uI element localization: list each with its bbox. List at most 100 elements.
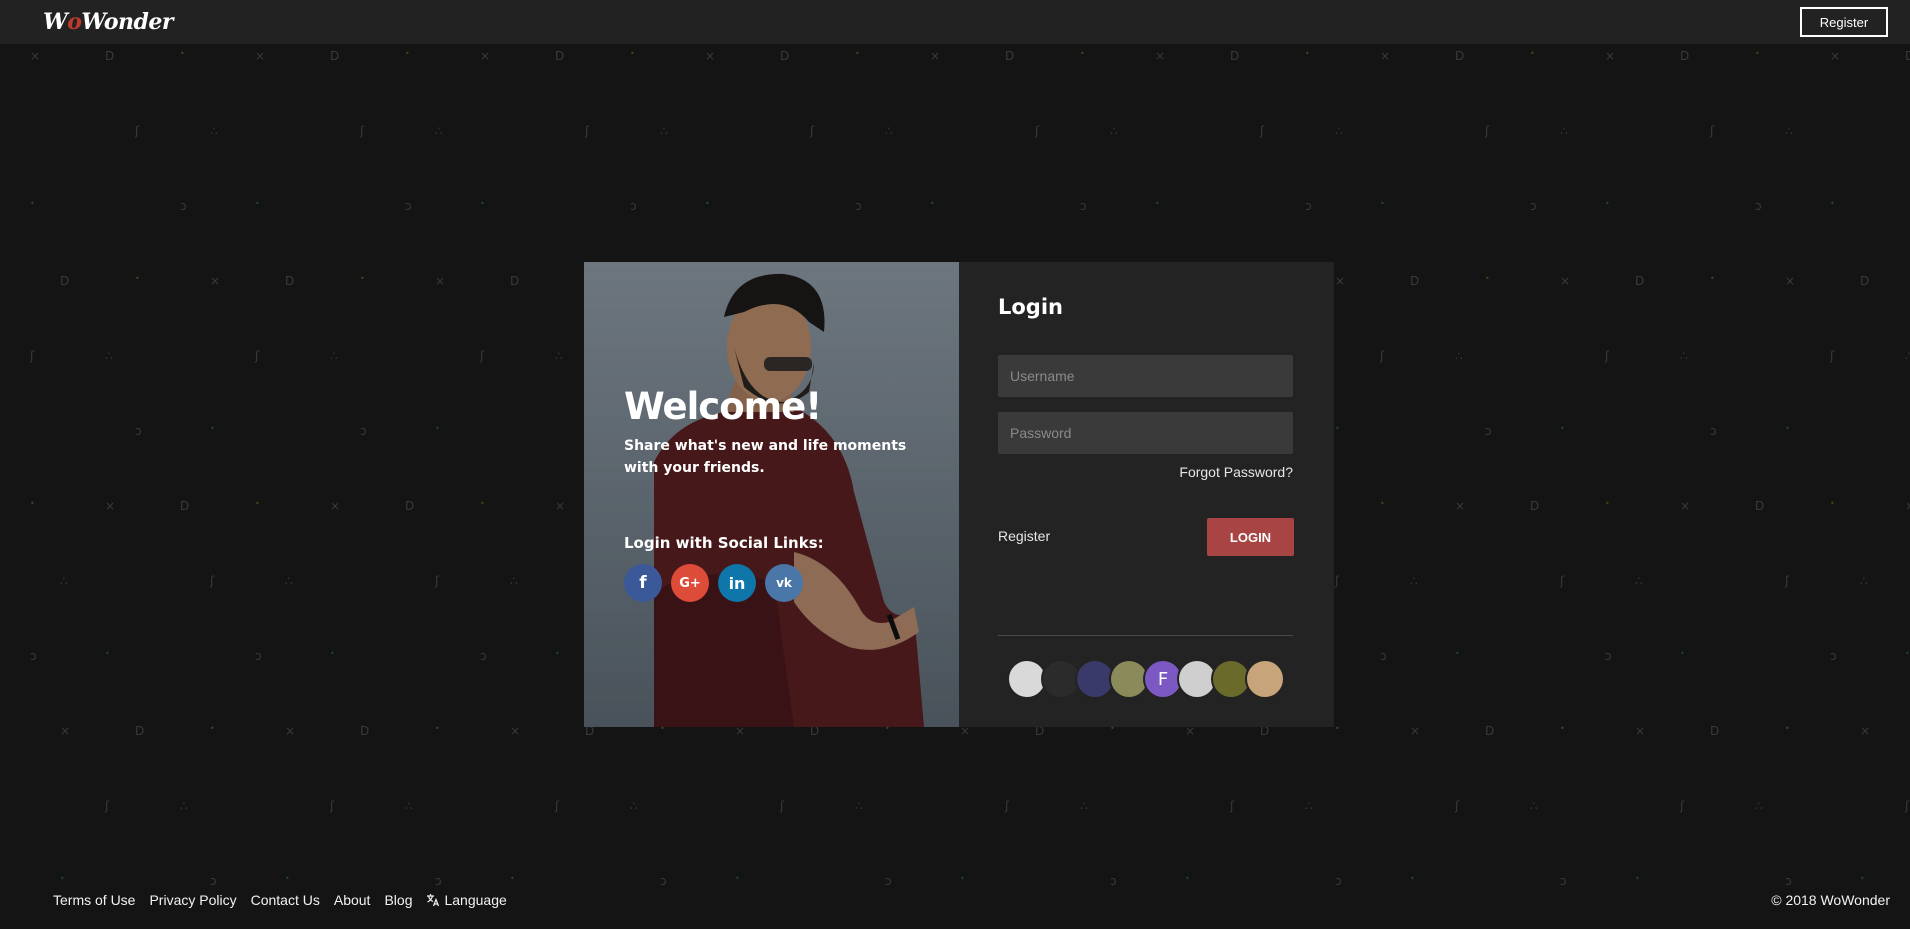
pattern-glyph: ∴ [180,799,188,813]
pattern-glyph: • [630,49,635,58]
pattern-glyph: ɔ [480,649,487,663]
pattern-glyph: ɔ [855,199,862,213]
pattern-glyph: ʃ [1785,574,1790,588]
pattern-glyph: ∴ [660,124,668,138]
top-register-button[interactable]: Register [1800,7,1888,37]
footer-link-about[interactable]: About [334,892,371,908]
pattern-glyph: ∴ [1410,574,1418,588]
pattern-glyph: • [30,199,35,208]
pattern-glyph: • [105,649,110,658]
pattern-glyph: D [780,49,790,63]
linkedin-login-button[interactable]: in [718,564,756,602]
vk-icon: vk [776,576,792,590]
pattern-glyph: ∴ [1860,574,1868,588]
pattern-glyph: ∴ [510,574,518,588]
hero-shade [584,262,959,727]
pattern-glyph: D [1485,724,1495,738]
pattern-glyph: D [405,499,415,513]
pattern-glyph: ɔ [1785,874,1792,888]
login-button[interactable]: LOGIN [1207,518,1294,556]
pattern-glyph: • [1155,199,1160,208]
pattern-glyph: • [510,874,515,883]
footer-link-contact[interactable]: Contact Us [251,892,320,908]
facebook-login-button[interactable]: f [624,564,662,602]
pattern-glyph: • [960,874,965,883]
divider [998,635,1293,636]
social-login-title: Login with Social Links: [624,534,824,552]
pattern-glyph: • [30,499,35,508]
pattern-glyph: ʃ [1005,799,1010,813]
pattern-glyph: ɔ [30,649,37,663]
footer-link-terms[interactable]: Terms of Use [53,892,135,908]
pattern-glyph: • [435,424,440,433]
pattern-glyph: • [210,424,215,433]
pattern-glyph: × [480,49,491,63]
pattern-glyph: • [1530,49,1535,58]
pattern-glyph: • [1680,649,1685,658]
pattern-glyph: • [210,724,215,733]
pattern-glyph: ∴ [1455,349,1463,363]
pattern-glyph: • [1785,424,1790,433]
footer-link-blog[interactable]: Blog [384,892,412,908]
pattern-glyph: ∴ [1335,124,1343,138]
register-link[interactable]: Register [998,528,1050,544]
pattern-glyph: D [1455,49,1465,63]
pattern-glyph: ʃ [255,349,260,363]
member-avatar[interactable] [1245,659,1285,699]
footer: Terms of Use Privacy Policy Contact Us A… [0,889,1910,929]
pattern-glyph: • [855,49,860,58]
pattern-glyph: • [1380,199,1385,208]
footer-links: Terms of Use Privacy Policy Contact Us A… [53,892,507,908]
pattern-glyph: × [1410,724,1421,738]
translate-icon [427,894,440,907]
pattern-glyph: • [360,274,365,283]
pattern-glyph: ʃ [780,799,785,813]
welcome-heading: Welcome! [624,385,822,428]
pattern-glyph: • [255,499,260,508]
google-login-button[interactable]: G+ [671,564,709,602]
pattern-glyph: • [330,649,335,658]
username-input[interactable] [998,355,1293,397]
pattern-glyph: ∴ [1755,799,1763,813]
pattern-glyph: ɔ [1560,874,1567,888]
pattern-glyph: • [180,49,185,58]
vk-login-button[interactable]: vk [765,564,803,602]
pattern-glyph: × [705,49,716,63]
pattern-glyph: D [1905,49,1910,63]
pattern-glyph: × [1380,49,1391,63]
pattern-glyph: × [1560,274,1571,288]
logo-text-start: W [43,9,68,35]
welcome-tagline: Share what's new and life moments with y… [624,438,907,476]
social-buttons: f G+ in vk [624,564,803,602]
language-selector[interactable]: Language [426,892,507,908]
pattern-glyph: • [1410,874,1415,883]
pattern-glyph: ʃ [1380,349,1385,363]
forgot-password-link[interactable]: Forgot Password? [1179,464,1293,480]
pattern-glyph: • [405,49,410,58]
footer-link-privacy[interactable]: Privacy Policy [149,892,236,908]
pattern-glyph: ʃ [1455,799,1460,813]
top-bar: Wo Wonder Register [0,0,1910,44]
pattern-glyph: ʃ [1260,124,1265,138]
pattern-glyph: D [1005,49,1015,63]
pattern-glyph: × [1155,49,1166,63]
pattern-glyph: × [555,499,566,513]
pattern-glyph: • [1860,874,1865,883]
logo[interactable]: Wo Wonder [43,6,173,38]
pattern-glyph: ∴ [285,574,293,588]
pattern-glyph: ʃ [1605,349,1610,363]
pattern-glyph: • [1905,649,1910,658]
pattern-glyph: • [1635,874,1640,883]
pattern-glyph: ʃ [1905,799,1910,813]
pattern-glyph: • [1830,199,1835,208]
pattern-glyph: ɔ [405,199,412,213]
pattern-glyph: ɔ [1110,874,1117,888]
pattern-glyph: • [1455,649,1460,658]
pattern-glyph: ∴ [405,799,413,813]
pattern-glyph: D [60,274,70,288]
pattern-glyph: × [1335,274,1346,288]
password-input[interactable] [998,412,1293,454]
pattern-glyph: ɔ [1755,199,1762,213]
facebook-icon: f [639,573,647,593]
pattern-glyph: ɔ [255,649,262,663]
